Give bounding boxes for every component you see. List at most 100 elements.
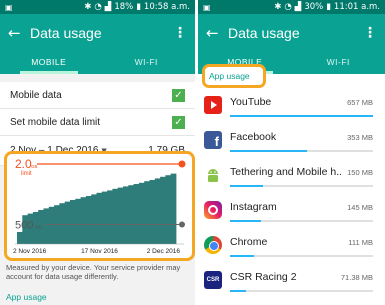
app-data-size: 657 MB	[347, 98, 373, 107]
usage-area-step	[170, 173, 177, 244]
mobile-data-checkbox[interactable]: ✓	[172, 88, 185, 102]
battery-level: 30%	[304, 2, 324, 12]
usage-bar	[230, 290, 373, 292]
usage-area-step	[101, 191, 108, 244]
usage-area-step	[165, 175, 172, 244]
list-item[interactable]: f Facebook 353 MB	[198, 125, 385, 160]
usage-bar-fill	[230, 255, 255, 257]
x-tick-label: 2 Dec 2016	[147, 248, 181, 255]
usage-area-step	[128, 185, 134, 244]
facebook-icon: f	[204, 131, 222, 149]
tab-wifi[interactable]: WI-FI	[292, 52, 385, 74]
left-screen: ▣ ✱ ◔ ▟ 18% ▮ 10:58 a.m. ← Data usage ⋮ …	[0, 0, 195, 305]
usage-bar	[230, 255, 373, 257]
list-item[interactable]: Tethering and Mobile h... 150 MB	[198, 160, 385, 195]
list-item[interactable]: Instagram 145 MB	[198, 195, 385, 230]
app-name: Facebook	[230, 131, 277, 143]
limit-unit: GB	[31, 164, 38, 169]
usage-bar-fill	[230, 150, 308, 152]
limit-handle	[178, 160, 186, 168]
usage-area-step	[91, 194, 97, 244]
warning-handle	[179, 221, 185, 228]
app-data-size: 145 MB	[347, 203, 373, 212]
app-usage-link[interactable]: App usage	[6, 292, 47, 302]
right-screen: ▣ ✱ ◔ ▟ 30% ▮ 11:01 a.m. ← Data usage ⋮ …	[198, 0, 385, 305]
back-arrow-icon[interactable]: ←	[8, 24, 30, 42]
usage-area-step	[17, 232, 23, 244]
usage-bar	[230, 220, 373, 222]
app-name: CSR Racing 2	[230, 271, 297, 283]
x-tick-label: 17 Nov 2016	[81, 248, 118, 255]
usage-bar	[230, 150, 373, 152]
more-options-icon[interactable]: ⋮	[173, 25, 187, 41]
wifi-icon: ◔	[94, 2, 102, 12]
usage-area-step	[85, 196, 92, 244]
usage-area-step	[117, 187, 124, 244]
usage-bar-fill	[230, 115, 373, 117]
clock: 11:01 a.m.	[333, 2, 380, 12]
usage-area-step	[43, 208, 50, 244]
usage-chart-highlight: 2.0 GB limit 500 MB 2 Nov 2016 17 Nov 2016 2 De…	[4, 151, 195, 261]
notification-icon: ▣	[5, 2, 13, 12]
app-data-size: 353 MB	[347, 133, 373, 142]
warning-value: 500	[15, 219, 33, 231]
set-limit-label: Set mobile data limit	[10, 116, 101, 128]
list-item[interactable]: CSR CSR Racing 2 71.38 MB	[198, 265, 385, 300]
app-name: Tethering and Mobile h...	[230, 166, 342, 178]
usage-area-step	[70, 200, 76, 244]
app-name: Instagram	[230, 201, 277, 213]
usage-bar-fill	[230, 290, 246, 292]
bluetooth-icon: ✱	[84, 2, 92, 12]
x-tick-label: 2 Nov 2016	[13, 248, 47, 255]
usage-area-step	[154, 178, 161, 244]
set-limit-checkbox[interactable]: ✓	[172, 115, 185, 129]
mobile-data-row[interactable]: Mobile data ✓	[0, 82, 195, 109]
usage-chart[interactable]: 2.0 GB limit 500 MB 2 Nov 2016 17 Nov 2016 2 De…	[7, 154, 192, 258]
list-item[interactable]: YouTube 657 MB	[198, 90, 385, 125]
app-usage-list: YouTube 657 MB f Facebook 353 MB Tetheri…	[198, 90, 385, 300]
battery-icon: ▮	[326, 2, 331, 12]
usage-bar-fill	[230, 185, 263, 187]
usage-area-step	[123, 186, 129, 244]
usage-bar-fill	[230, 220, 262, 222]
usage-bar	[230, 185, 373, 187]
usage-area-step	[80, 197, 87, 244]
app-data-size: 111 MB	[348, 238, 373, 247]
usage-area-step	[48, 206, 55, 244]
battery-icon: ▮	[136, 2, 141, 12]
usage-area-step	[107, 190, 113, 244]
page-title: Data usage	[228, 25, 300, 41]
tab-mobile[interactable]: MOBILE	[0, 52, 98, 74]
wifi-icon: ◔	[284, 2, 292, 12]
mobile-data-label: Mobile data	[10, 89, 62, 101]
app-data-size: 150 MB	[347, 168, 373, 177]
limit-value: 2.0	[15, 157, 32, 171]
page-title: Data usage	[30, 25, 102, 41]
tab-wifi[interactable]: WI-FI	[98, 52, 196, 74]
chrome-icon	[204, 236, 222, 254]
usage-area-step	[112, 188, 119, 244]
warning-unit: MB	[35, 224, 42, 229]
list-item[interactable]: Chrome 111 MB	[198, 230, 385, 265]
more-options-icon[interactable]: ⋮	[363, 25, 377, 41]
usage-area-step	[64, 201, 71, 244]
instagram-icon	[204, 201, 222, 219]
notification-icon: ▣	[203, 2, 211, 12]
clock: 10:58 a.m.	[143, 2, 190, 12]
usage-area-step	[75, 198, 81, 244]
status-bar: ▣ ✱ ◔ ▟ 18% ▮ 10:58 a.m.	[0, 0, 195, 14]
usage-area-step	[133, 184, 140, 244]
signal-icon: ▟	[104, 2, 112, 12]
android-icon	[204, 166, 222, 184]
bluetooth-icon: ✱	[274, 2, 282, 12]
back-arrow-icon[interactable]: ←	[206, 24, 228, 42]
usage-area-step	[59, 203, 66, 244]
status-bar: ▣ ✱ ◔ ▟ 30% ▮ 11:01 a.m.	[198, 0, 385, 14]
battery-level: 18%	[114, 2, 134, 12]
app-name: Chrome	[230, 236, 268, 248]
csr-racing-icon: CSR	[204, 271, 222, 289]
measurement-disclaimer: Measured by your device. Your service pr…	[6, 263, 181, 281]
set-limit-row[interactable]: Set mobile data limit ✓	[0, 109, 195, 136]
app-name: YouTube	[230, 96, 272, 108]
app-usage-header: App usage	[202, 64, 266, 88]
